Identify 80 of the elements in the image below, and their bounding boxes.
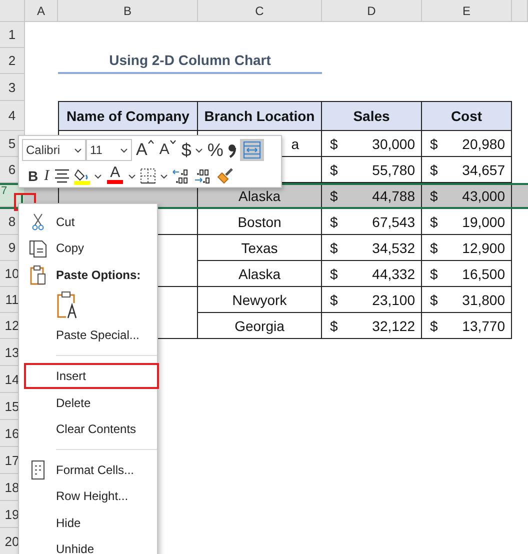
column-header[interactable]: C — [198, 0, 322, 22]
cost-amount: 43,000 — [462, 188, 505, 204]
currency-symbol: $ — [330, 292, 338, 308]
row-header[interactable]: 4 — [0, 101, 25, 131]
currency-symbol: $ — [430, 240, 438, 256]
currency-symbol: $ — [330, 266, 338, 282]
fill-color-icon[interactable] — [74, 167, 90, 185]
font-color-button[interactable]: A — [106, 165, 124, 187]
sales-amount: 55,780 — [372, 162, 415, 178]
column-heading: Cost — [422, 101, 512, 131]
branch-text: Alaska — [238, 266, 281, 282]
sales-amount: 34,532 — [372, 240, 415, 256]
menu-item[interactable]: Insert — [24, 362, 159, 390]
clipboard-icon — [30, 264, 46, 285]
font-name-dropdown[interactable]: Calibri — [22, 139, 86, 161]
column-heading: Name of Company — [58, 101, 198, 131]
sheet-title: Using 2-D Column Chart — [58, 48, 322, 74]
branch-text: Texas — [241, 240, 278, 256]
currency-symbol: $ — [330, 318, 338, 334]
row-header[interactable]: 2 — [0, 48, 25, 74]
currency-symbol: $ — [430, 162, 438, 178]
comma-style-icon[interactable] — [227, 142, 238, 158]
column-header[interactable]: B — [58, 0, 198, 22]
cost-amount: 31,800 — [462, 292, 505, 308]
copy-icon — [28, 238, 46, 258]
column-header[interactable]: E — [422, 0, 512, 22]
currency-symbol: $ — [430, 266, 438, 282]
font-size-dropdown[interactable]: 11 — [86, 139, 132, 161]
increase-font-size-button[interactable]: A — [135, 139, 156, 161]
paste-text-icon[interactable] — [56, 290, 78, 319]
branch-text: a — [291, 136, 299, 152]
branch-text: Newyork — [232, 292, 287, 308]
currency-symbol: $ — [430, 188, 438, 204]
center-align-icon[interactable] — [54, 169, 70, 183]
cost-amount: 20,980 — [462, 136, 505, 152]
bold-button[interactable]: B — [27, 165, 40, 187]
branch-text: Georgia — [234, 318, 284, 334]
branch-text: Boston — [238, 214, 282, 230]
sales-amount: 30,000 — [372, 136, 415, 152]
currency-symbol: $ — [430, 214, 438, 230]
decrease-decimal-icon[interactable] — [172, 168, 190, 184]
currency-symbol: $ — [430, 318, 438, 334]
column-heading: Sales — [322, 101, 422, 131]
currency-symbol: $ — [330, 214, 338, 230]
cost-amount: 12,900 — [462, 240, 505, 256]
column-header[interactable]: D — [322, 0, 422, 22]
cost-amount: 13,770 — [462, 318, 505, 334]
sales-amount: 44,788 — [372, 188, 415, 204]
currency-format-button[interactable]: $ — [180, 139, 192, 161]
row-header[interactable]: 3 — [0, 74, 25, 101]
column-header-strip — [512, 0, 528, 22]
sales-amount: 44,332 — [372, 266, 415, 282]
cost-amount: 34,657 — [462, 162, 505, 178]
increase-decimal-icon[interactable] — [194, 168, 212, 184]
format-cells-icon — [30, 460, 44, 480]
caret-down-icon — [170, 140, 176, 144]
sales-amount: 32,122 — [372, 318, 415, 334]
currency-symbol: $ — [330, 188, 338, 204]
wrap-text-button[interactable] — [240, 139, 264, 161]
currency-symbol: $ — [330, 240, 338, 256]
sales-amount: 67,543 — [372, 214, 415, 230]
sales-amount: 23,100 — [372, 292, 415, 308]
row-header[interactable]: 1 — [0, 22, 25, 48]
currency-symbol: $ — [330, 136, 338, 152]
branch-text: Alaska — [238, 188, 281, 204]
percent-style-button[interactable]: % — [206, 139, 224, 161]
column-header[interactable]: A — [25, 0, 58, 22]
column-heading: Branch Location — [198, 101, 322, 131]
borders-icon[interactable] — [140, 168, 156, 184]
paste-options-heading: Paste Options: — [56, 268, 141, 282]
currency-symbol: $ — [430, 136, 438, 152]
cost-amount: 16,500 — [462, 266, 505, 282]
cost-amount: 19,000 — [462, 214, 505, 230]
currency-symbol: $ — [430, 292, 438, 308]
scissors-icon — [32, 213, 44, 232]
decrease-font-size-button[interactable]: A — [158, 139, 178, 161]
paintbrush-icon[interactable] — [216, 167, 234, 185]
caret-up-icon — [148, 140, 154, 144]
italic-button[interactable]: I — [43, 165, 50, 187]
currency-symbol: $ — [330, 162, 338, 178]
